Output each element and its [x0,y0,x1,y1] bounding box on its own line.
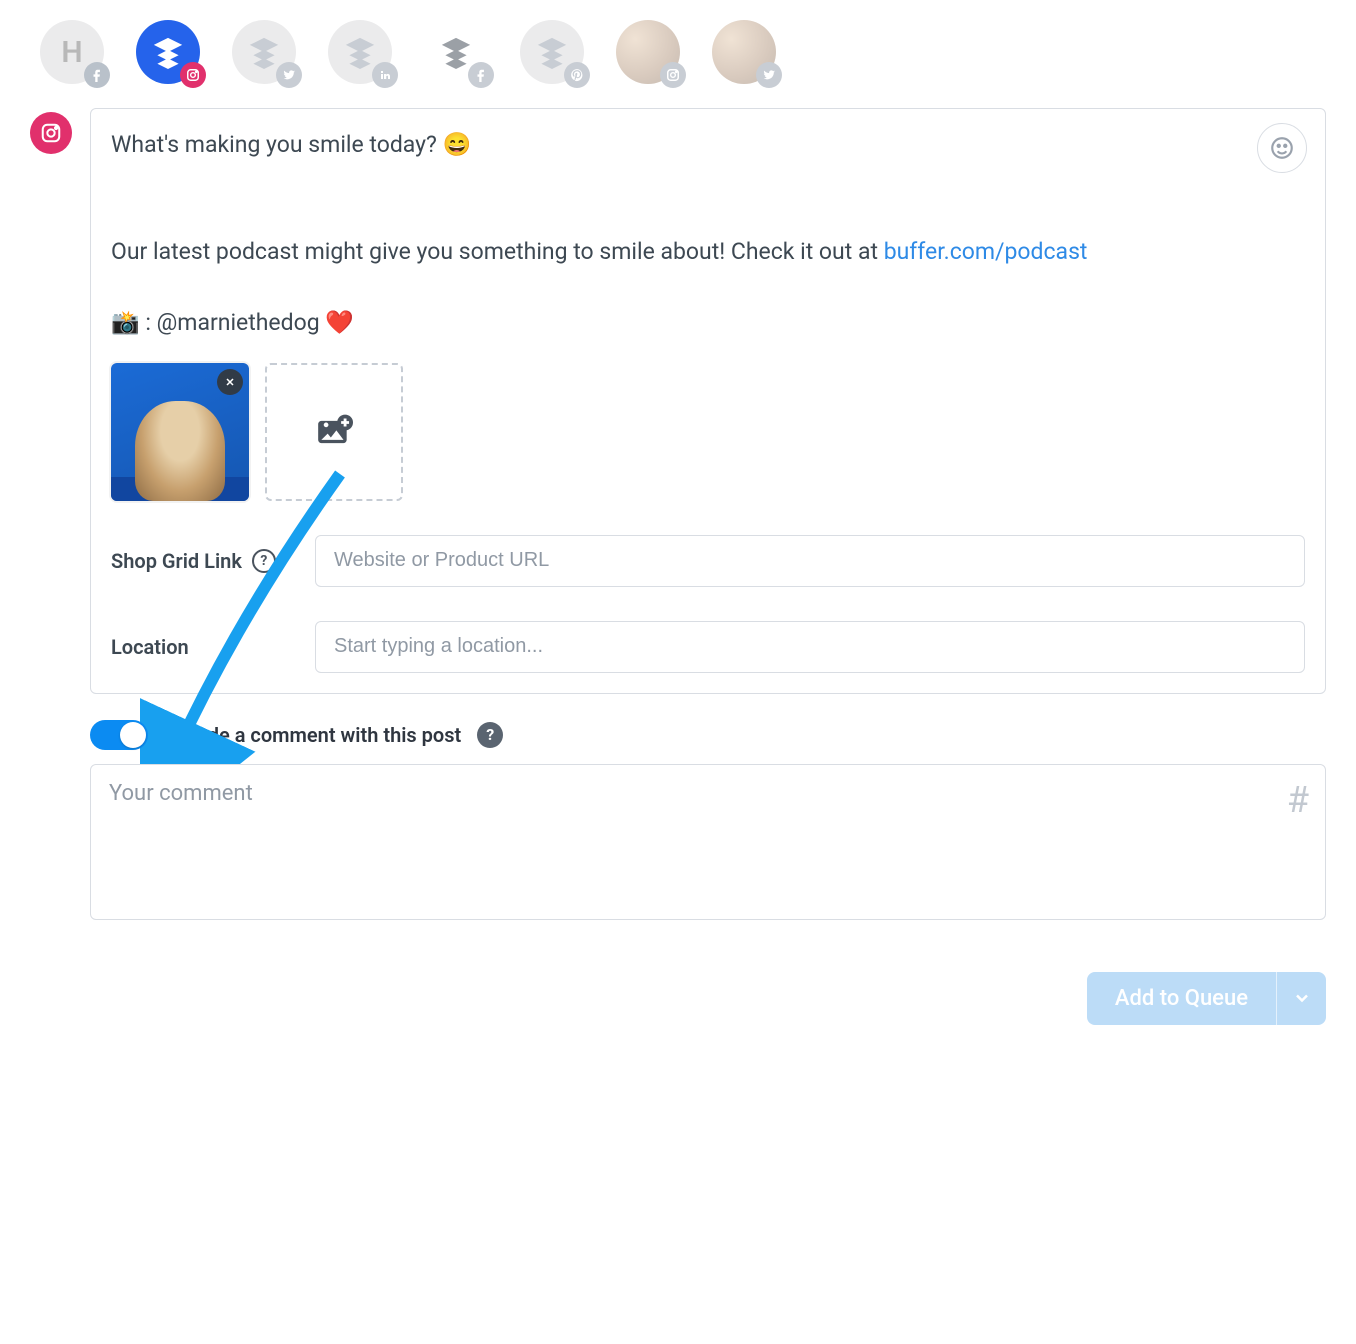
account-h-facebook[interactable]: H [40,20,104,84]
pinterest-icon [564,62,590,88]
account-avatar-twitter[interactable] [712,20,776,84]
location-label: Location [111,635,301,659]
heart-emoji: ❤️ [325,309,354,336]
media-thumbnail[interactable] [111,363,249,501]
shopgrid-label: Shop Grid Link ? [111,549,301,573]
account-avatar-instagram[interactable] [616,20,680,84]
add-to-queue-button[interactable]: Add to Queue [1087,972,1326,1025]
add-media-button[interactable] [265,363,403,501]
comment-input[interactable] [91,765,1325,915]
twitter-icon [756,62,782,88]
emoji-picker-button[interactable] [1257,123,1307,173]
help-icon[interactable]: ? [477,722,503,748]
composer-line2: Our latest podcast might give you someth… [111,238,884,265]
composer-card: What's making you smile today? 😄 Our lat… [90,108,1326,694]
instagram-icon [180,62,206,88]
queue-label: Add to Queue [1087,972,1276,1025]
facebook-icon [84,62,110,88]
shopgrid-input[interactable] [315,535,1305,587]
include-comment-toggle[interactable] [90,720,148,750]
help-icon[interactable]: ? [252,549,276,573]
include-comment-label: Include a comment with this post [164,723,461,747]
composer-line1: What's making you smile today? 😄 [111,127,1305,163]
facebook-icon [468,62,494,88]
account-buffer-facebook-2[interactable] [424,20,488,84]
account-buffer-linkedin[interactable] [328,20,392,84]
queue-dropdown-button[interactable] [1276,972,1326,1025]
location-input[interactable] [315,621,1305,673]
instagram-icon [660,62,686,88]
account-buffer-twitter[interactable] [232,20,296,84]
composer-credit: 📸 : @marniethedog [111,309,325,336]
network-instagram-icon [30,112,72,154]
remove-media-button[interactable] [217,369,243,395]
linkedin-icon [372,62,398,88]
comment-box: # [90,764,1326,920]
composer-textarea[interactable]: What's making you smile today? 😄 Our lat… [111,127,1305,341]
account-buffer-instagram[interactable] [136,20,200,84]
composer-link[interactable]: buffer.com/podcast [884,238,1088,265]
account-buffer-pinterest[interactable] [520,20,584,84]
hashtag-button[interactable]: # [1287,779,1309,821]
twitter-icon [276,62,302,88]
account-selector-row: H [30,20,1326,84]
